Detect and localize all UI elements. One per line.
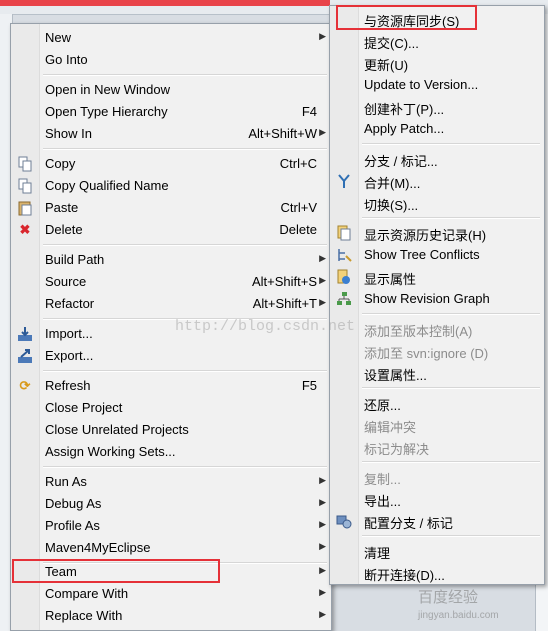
menu-item-refresh[interactable]: ⟳ Refresh F5 <box>13 375 329 397</box>
revision-graph-icon <box>336 291 352 307</box>
background-title-accent <box>0 0 330 6</box>
menu-item-copy[interactable]: Copy Ctrl+C <box>13 153 329 175</box>
menu-item-new[interactable]: New ▶ <box>13 27 329 49</box>
submenu-item-commit[interactable]: 提交(C)... <box>332 30 542 52</box>
submenu-item-configure-branches[interactable]: 配置分支 / 标记 <box>332 510 542 532</box>
menu-item-copy-qualified-name[interactable]: Copy Qualified Name <box>13 175 329 197</box>
menu-item-debug-as[interactable]: Debug As ▶ <box>13 493 329 515</box>
menu-separator <box>362 387 540 389</box>
submenu-item-export[interactable]: 导出... <box>332 488 542 510</box>
menu-item-maven4myeclipse[interactable]: Maven4MyEclipse ▶ <box>13 537 329 559</box>
menu-separator <box>362 217 540 219</box>
submenu-arrow-icon: ▶ <box>319 587 326 597</box>
menu-item-compare-with[interactable]: Compare With ▶ <box>13 583 329 605</box>
watermark-site-url: jingyan.baidu.com <box>418 610 499 621</box>
merge-icon <box>336 173 352 189</box>
submenu-item-show-revision-graph[interactable]: Show Revision Graph <box>332 288 542 310</box>
menu-item-open-in-new-window[interactable]: Open in New Window <box>13 79 329 101</box>
menu-separator <box>43 370 327 372</box>
menu-item-close-unrelated-projects[interactable]: Close Unrelated Projects <box>13 419 329 441</box>
submenu-item-show-properties[interactable]: 显示属性 <box>332 266 542 288</box>
tree-conflicts-icon <box>336 247 352 263</box>
submenu-item-show-history[interactable]: 显示资源历史记录(H) <box>332 222 542 244</box>
submenu-item-apply-patch[interactable]: Apply Patch... <box>332 118 542 140</box>
menu-item-paste[interactable]: Paste Ctrl+V <box>13 197 329 219</box>
menu-item-open-type-hierarchy[interactable]: Open Type Hierarchy F4 <box>13 101 329 123</box>
submenu-item-edit-conflicts[interactable]: 编辑冲突 <box>332 414 542 436</box>
menu-item-run-as[interactable]: Run As ▶ <box>13 471 329 493</box>
menu-item-build-path[interactable]: Build Path ▶ <box>13 249 329 271</box>
submenu-arrow-icon: ▶ <box>319 275 326 285</box>
submenu-item-update[interactable]: 更新(U) <box>332 52 542 74</box>
submenu-arrow-icon: ▶ <box>319 31 326 41</box>
submenu-item-switch[interactable]: 切换(S)... <box>332 192 542 214</box>
menu-item-replace-with[interactable]: Replace With ▶ <box>13 605 329 627</box>
delete-icon: ✖ <box>19 222 31 237</box>
submenu-item-create-patch[interactable]: 创建补丁(P)... <box>332 96 542 118</box>
menu-item-show-in[interactable]: Show In Alt+Shift+W ▶ <box>13 123 329 145</box>
menu-separator <box>43 74 327 76</box>
submenu-item-disconnect[interactable]: 断开连接(D)... <box>332 562 542 584</box>
submenu-arrow-icon: ▶ <box>319 609 326 619</box>
submenu-item-cleanup[interactable]: 清理 <box>332 540 542 562</box>
menu-item-profile-as[interactable]: Profile As ▶ <box>13 515 329 537</box>
submenu-item-mark-resolved[interactable]: 标记为解决 <box>332 436 542 458</box>
export-icon <box>17 348 33 364</box>
team-submenu: 与资源库同步(S) 提交(C)... 更新(U) Update to Versi… <box>329 5 545 585</box>
refresh-icon: ⟳ <box>19 378 31 393</box>
paste-icon <box>17 200 33 216</box>
submenu-arrow-icon: ▶ <box>319 297 326 307</box>
submenu-item-revert[interactable]: 还原... <box>332 392 542 414</box>
menu-separator <box>43 244 327 246</box>
history-icon <box>336 225 352 241</box>
submenu-item-update-to-version[interactable]: Update to Version... <box>332 74 542 96</box>
submenu-arrow-icon: ▶ <box>319 519 326 529</box>
import-icon <box>17 326 33 342</box>
submenu-arrow-icon: ▶ <box>319 541 326 551</box>
watermark-site-cn: 百度经验 <box>418 589 479 606</box>
properties-icon <box>336 269 352 285</box>
menu-separator <box>362 535 540 537</box>
submenu-arrow-icon: ▶ <box>319 253 326 263</box>
menu-item-close-project[interactable]: Close Project <box>13 397 329 419</box>
submenu-item-show-tree-conflicts[interactable]: Show Tree Conflicts <box>332 244 542 266</box>
highlight-box-team <box>12 559 220 583</box>
menu-separator <box>43 466 327 468</box>
submenu-arrow-icon: ▶ <box>319 127 326 137</box>
menu-item-go-into[interactable]: Go Into <box>13 49 329 71</box>
branch-config-icon <box>336 513 352 529</box>
highlight-box-synchronize <box>336 5 477 30</box>
menu-item-assign-working-sets[interactable]: Assign Working Sets... <box>13 441 329 463</box>
submenu-item-add-to-version-control[interactable]: 添加至版本控制(A) <box>332 318 542 340</box>
submenu-arrow-icon: ▶ <box>319 497 326 507</box>
submenu-item-set-property[interactable]: 设置属性... <box>332 362 542 384</box>
menu-item-source[interactable]: Source Alt+Shift+S ▶ <box>13 271 329 293</box>
menu-separator <box>43 148 327 150</box>
copy-qualified-icon <box>17 178 33 194</box>
submenu-item-merge[interactable]: 合并(M)... <box>332 170 542 192</box>
submenu-item-copy[interactable]: 复制... <box>332 466 542 488</box>
menu-item-export[interactable]: Export... <box>13 345 329 367</box>
submenu-arrow-icon: ▶ <box>319 565 326 575</box>
submenu-item-branch-tag[interactable]: 分支 / 标记... <box>332 148 542 170</box>
menu-separator <box>362 143 540 145</box>
menu-item-delete[interactable]: ✖ Delete Delete <box>13 219 329 241</box>
menu-separator <box>362 313 540 315</box>
copy-icon <box>17 156 33 172</box>
watermark-blog: http://blog.csdn.net <box>175 318 356 335</box>
menu-separator <box>362 461 540 463</box>
submenu-arrow-icon: ▶ <box>319 475 326 485</box>
submenu-item-add-to-svn-ignore[interactable]: 添加至 svn:ignore (D) <box>332 340 542 362</box>
menu-item-refactor[interactable]: Refactor Alt+Shift+T ▶ <box>13 293 329 315</box>
